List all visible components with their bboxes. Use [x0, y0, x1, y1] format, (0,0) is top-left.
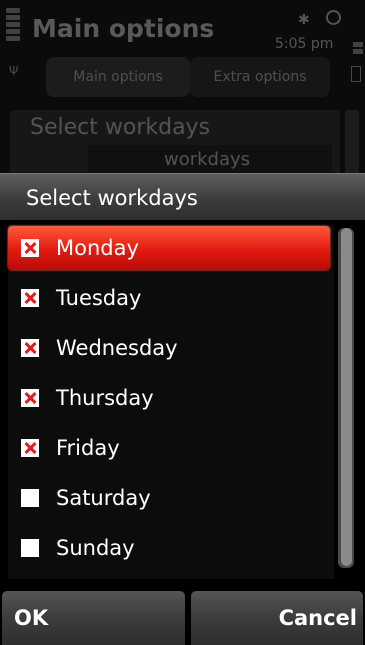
- background-panel-value: workdays: [164, 149, 251, 170]
- background-title: Main options: [32, 14, 215, 43]
- dialog-header: Select workdays: [0, 173, 365, 220]
- list-item-friday[interactable]: Friday: [8, 426, 330, 470]
- checkbox-checked-icon[interactable]: [21, 289, 39, 307]
- tab-extra-options[interactable]: Extra options: [190, 57, 330, 97]
- checkbox-unchecked-icon[interactable]: [21, 489, 39, 507]
- list-item-sunday[interactable]: Sunday: [8, 526, 330, 570]
- battery-icon: [351, 66, 361, 82]
- item-label: Monday: [56, 236, 139, 260]
- list-item-wednesday[interactable]: Wednesday: [8, 326, 330, 370]
- bluetooth-icon: ✱: [298, 12, 310, 28]
- checkbox-checked-icon[interactable]: [21, 389, 39, 407]
- item-label: Wednesday: [56, 336, 178, 360]
- list-item-tuesday[interactable]: Tuesday: [8, 276, 330, 320]
- checkbox-unchecked-icon[interactable]: [21, 539, 39, 557]
- dialog-title: Select workdays: [26, 186, 198, 210]
- item-label: Saturday: [56, 486, 151, 510]
- checkbox-checked-icon[interactable]: [21, 439, 39, 457]
- softkey-bar: OK Cancel: [0, 591, 365, 645]
- list-item-thursday[interactable]: Thursday: [8, 376, 330, 420]
- list-item-monday[interactable]: Monday: [8, 226, 330, 270]
- clock: 5:05 pm: [275, 36, 334, 52]
- item-label: Friday: [56, 436, 120, 460]
- background-screen: Main options ✱ 5:05 pm Ψ Main options Ex…: [0, 0, 365, 185]
- battery-level-icon: [353, 42, 363, 56]
- signal-strength-icon: [6, 8, 20, 43]
- scrollbar-thumb[interactable]: [341, 228, 352, 566]
- background-panel-title: Select workdays: [30, 115, 211, 140]
- alarm-icon: [326, 10, 341, 25]
- ok-button[interactable]: OK: [2, 591, 185, 645]
- item-label: Sunday: [56, 536, 135, 560]
- checkbox-checked-icon[interactable]: [21, 239, 39, 257]
- item-label: Thursday: [56, 386, 154, 410]
- list-item-saturday[interactable]: Saturday: [8, 476, 330, 520]
- antenna-icon: Ψ: [9, 64, 19, 78]
- item-label: Tuesday: [56, 286, 142, 310]
- select-workdays-dialog: Select workdays Monday Tuesday Wednesday…: [0, 173, 365, 645]
- cancel-button[interactable]: Cancel: [191, 591, 363, 645]
- checkbox-checked-icon[interactable]: [21, 339, 39, 357]
- tab-main-options[interactable]: Main options: [46, 57, 190, 97]
